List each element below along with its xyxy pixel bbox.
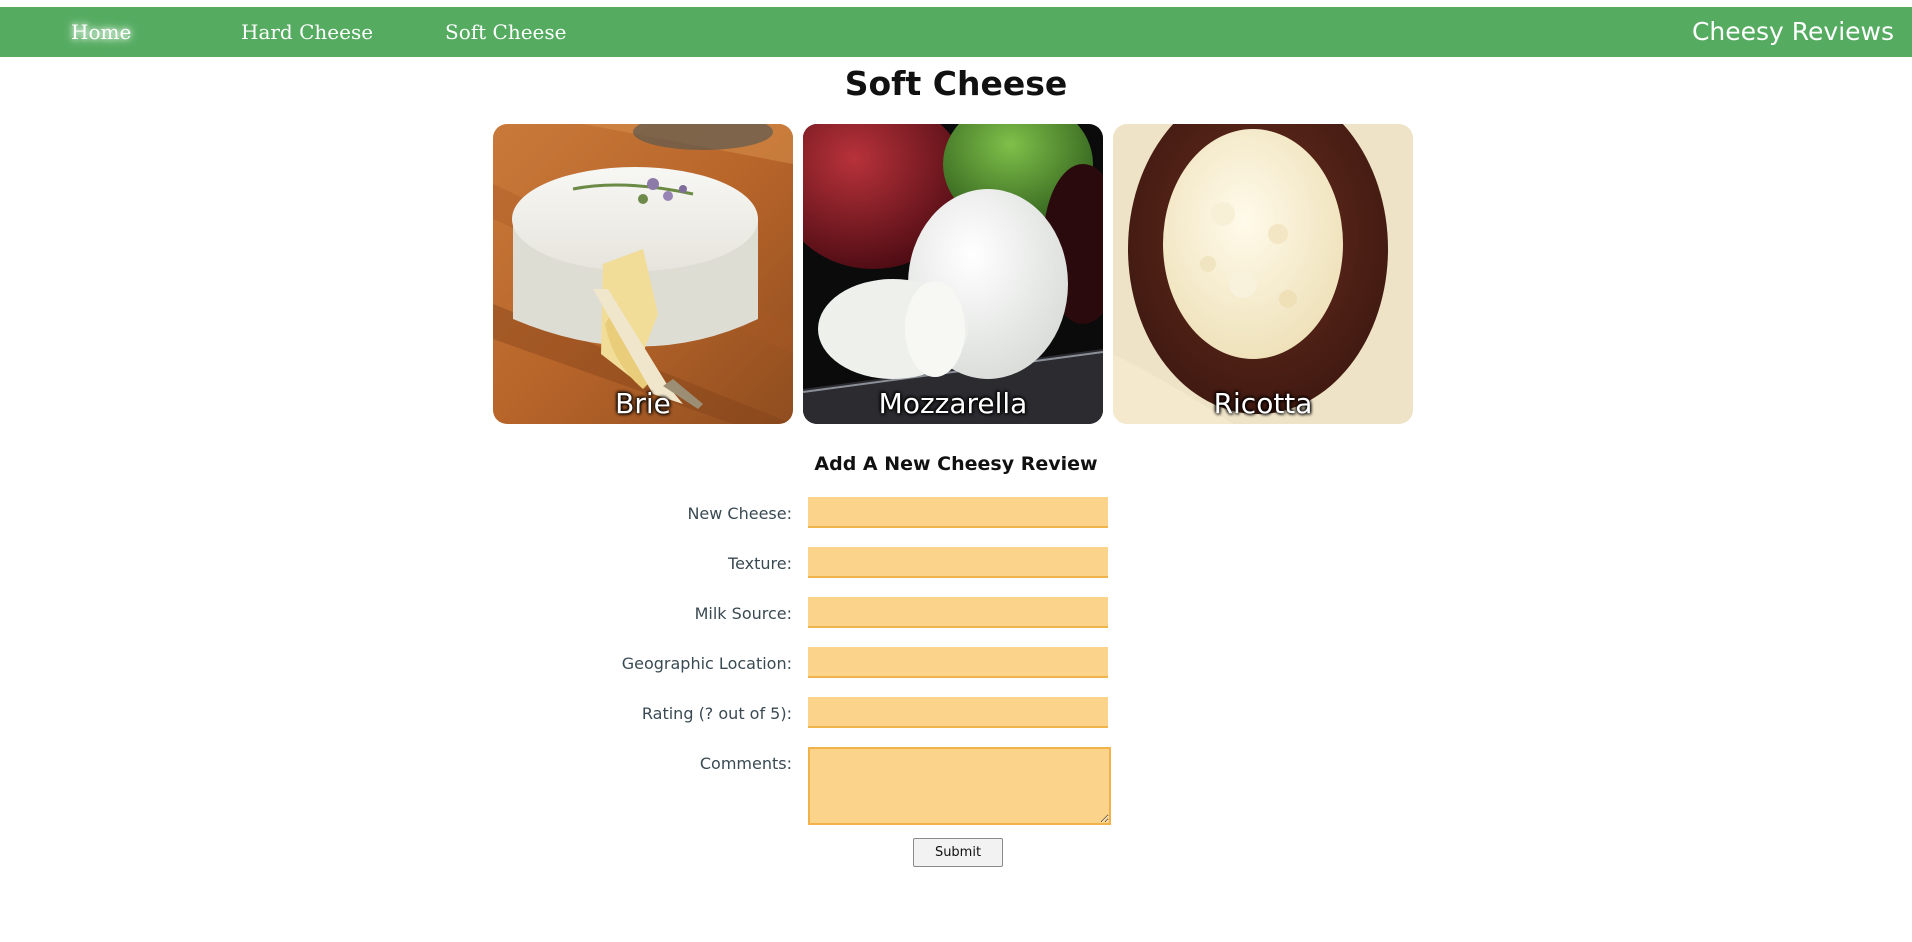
brand-title: Cheesy Reviews [1691, 17, 1894, 46]
rating-label: Rating (? out of 5): [641, 704, 792, 723]
milk-source-input[interactable] [808, 597, 1108, 628]
milk-source-label: Milk Source: [694, 604, 792, 623]
rating-input[interactable] [808, 697, 1108, 728]
cheese-card-ricotta[interactable]: Ricotta [1113, 124, 1413, 424]
geographic-location-label: Geographic Location: [621, 654, 792, 673]
ricotta-label: Ricotta [1213, 387, 1313, 420]
nav-soft-cheese-link[interactable]: Soft Cheese [445, 7, 567, 57]
cheese-card-mozzarella[interactable]: Mozzarella [803, 124, 1103, 424]
brie-image [493, 124, 793, 424]
mozzarella-image [803, 124, 1103, 424]
nav-home-link[interactable]: Home [71, 7, 131, 57]
texture-input[interactable] [808, 547, 1108, 578]
geographic-location-input[interactable] [808, 647, 1108, 678]
brie-label: Brie [615, 387, 671, 420]
comments-label: Comments: [699, 754, 792, 773]
review-form-title: Add A New Cheesy Review [814, 453, 1098, 475]
new-cheese-input[interactable] [808, 497, 1108, 528]
comments-textarea[interactable] [808, 747, 1111, 825]
mozzarella-label: Mozzarella [878, 387, 1028, 420]
new-cheese-label: New Cheese: [687, 504, 792, 523]
texture-label: Texture: [728, 554, 792, 573]
page-title: Soft Cheese [844, 64, 1068, 103]
ricotta-image [1113, 124, 1413, 424]
submit-button[interactable]: Submit [913, 838, 1003, 867]
nav-hard-cheese-link[interactable]: Hard Cheese [241, 7, 373, 57]
top-navbar: Home Hard Cheese Soft Cheese Cheesy Revi… [0, 7, 1912, 57]
cheese-card-brie[interactable]: Brie [493, 124, 793, 424]
